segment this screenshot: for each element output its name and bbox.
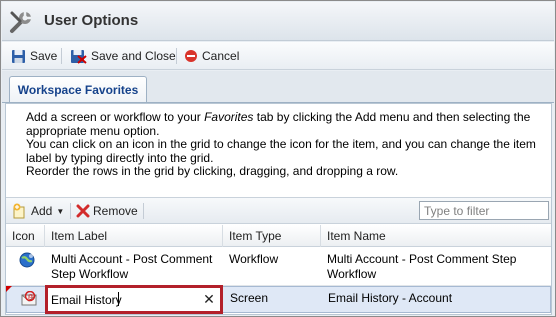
email-icon[interactable]: @ [21,290,38,310]
add-label: Add [31,204,53,218]
item-label-cell[interactable]: Multi Account - Post Comment Step Workfl… [45,248,223,286]
remove-x-icon [76,204,90,218]
instructions-text: Add a screen or workflow to your Favorit… [26,110,548,179]
chevron-down-icon: ▼ [56,206,65,216]
tab-strip: Workspace Favorites [2,71,554,103]
column-header-item-label[interactable]: Item Label [45,225,223,247]
item-name-cell: Multi Account - Post Comment Step Workfl… [327,252,517,281]
wrench-icon [8,9,34,35]
column-header-icon[interactable]: Icon [6,225,45,247]
item-label-edit-input[interactable] [51,291,201,308]
item-type-cell: Workflow [229,252,279,266]
floppy-disk-icon [12,49,25,63]
item-name-cell: Email History - Account [328,291,453,305]
cancel-icon [185,50,197,62]
add-icon [13,203,25,219]
cancel-button-label: Cancel [202,49,240,63]
save-button-label: Save [30,49,58,63]
title-bar: User Options [2,2,554,41]
instructions-line-1: Add a screen or workflow to your Favorit… [26,110,531,138]
save-and-close-button[interactable]: Save and Close [70,47,176,65]
grid-toolbar: Add ▼ Remove [6,197,551,224]
save-and-close-label: Save and Close [91,49,176,63]
toolbar-divider [61,48,62,64]
instructions-line-3: Reorder the rows in the grid by clicking… [26,164,399,178]
main-toolbar: Save Save and Close Cancel [2,42,554,70]
grid-header: Icon Item Label Item Type Item Name [6,225,551,247]
globe-icon[interactable] [19,252,35,271]
window-title: User Options [44,12,139,29]
text-caret [118,292,119,306]
column-header-item-type[interactable]: Item Type [223,225,321,247]
clear-icon[interactable]: ✕ [202,291,216,307]
add-menu-button[interactable]: Add ▼ [12,203,64,219]
filter-input[interactable] [419,201,549,220]
toolbar-divider [176,48,177,64]
column-header-item-name[interactable]: Item Name [321,225,551,247]
toolbar-divider [70,203,71,219]
item-label-editor: ✕ [45,285,223,314]
dirty-cell-marker [6,286,12,292]
remove-label: Remove [93,204,138,218]
tab-label: Workspace Favorites [17,83,139,97]
table-row[interactable]: Multi Account - Post Comment Step Workfl… [6,248,551,286]
cancel-button[interactable]: Cancel [184,47,239,65]
toolbar-divider [143,203,144,219]
save-button[interactable]: Save [11,47,57,65]
item-type-cell: Screen [230,291,269,305]
user-options-window: User Options Save Save and Close Cancel … [0,0,556,317]
svg-text:@: @ [28,295,34,301]
save-close-icon [71,49,87,64]
instructions-line-2: You can click on an icon in the grid to … [26,137,536,165]
remove-button[interactable]: Remove [76,203,138,219]
tab-workspace-favorites[interactable]: Workspace Favorites [9,76,147,103]
